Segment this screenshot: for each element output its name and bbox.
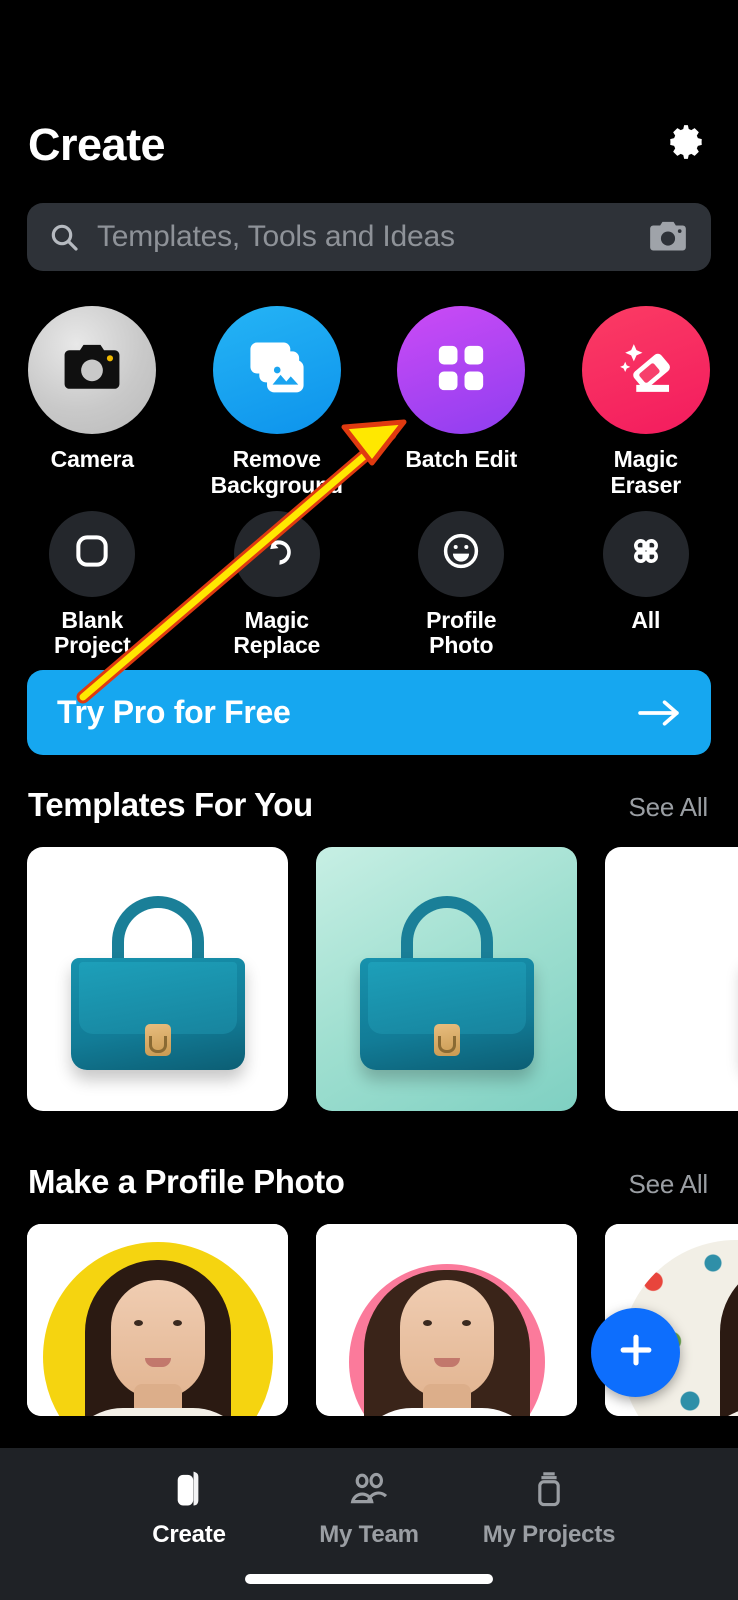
tool-all[interactable]: All — [554, 510, 738, 660]
section-header-templates: Templates For You See All — [0, 786, 738, 824]
tool-label: Batch Edit — [405, 446, 518, 472]
tool-label: Blank Project — [53, 606, 131, 659]
nav-item-my-team[interactable]: My Team — [279, 1468, 459, 1549]
header: Create — [0, 104, 738, 184]
camera-icon[interactable] — [647, 219, 689, 255]
photos-stack-icon — [246, 339, 308, 402]
nav-item-create[interactable]: Create — [99, 1468, 279, 1549]
tool-magic-eraser[interactable]: Magic Eraser — [554, 306, 738, 499]
tool-profile-photo[interactable]: Profile Photo — [369, 510, 554, 660]
cards-stack-icon — [169, 1468, 209, 1512]
nav-item-my-projects[interactable]: My Projects — [459, 1468, 639, 1549]
template-card[interactable] — [27, 847, 288, 1111]
home-indicator — [245, 1574, 493, 1584]
tool-blank-project[interactable]: Blank Project — [0, 510, 185, 660]
tool-camera[interactable]: Camera — [0, 306, 185, 499]
magic-eraser-tool-circle[interactable] — [581, 306, 710, 434]
section-header-profile-photo: Make a Profile Photo See All — [0, 1163, 738, 1201]
box-icon — [530, 1468, 568, 1512]
tool-label: Magic Eraser — [610, 446, 682, 498]
handbag-illustration — [65, 896, 251, 1072]
app-screen: Create Templates, Tools and Ideas Camera… — [0, 0, 738, 1600]
all-tool-circle[interactable] — [602, 510, 689, 597]
try-pro-banner[interactable]: Try Pro for Free — [27, 670, 711, 755]
template-card[interactable] — [316, 847, 577, 1111]
search-input[interactable]: Templates, Tools and Ideas — [97, 220, 631, 254]
handbag-illustration — [354, 896, 540, 1072]
tools-row-secondary: Blank Project Magic Replace Profile Phot… — [0, 510, 738, 660]
tool-magic-replace[interactable]: Magic Replace — [185, 510, 370, 660]
settings-button[interactable] — [662, 120, 710, 168]
smiley-face-icon — [439, 529, 483, 578]
tool-label: All — [631, 606, 661, 633]
profile-photo-card[interactable] — [27, 1224, 288, 1416]
tool-label: Magic Replace — [233, 606, 321, 659]
camera-tool-circle[interactable] — [28, 306, 157, 434]
magic-replace-sparkle-icon — [255, 529, 299, 578]
camera-icon — [61, 342, 123, 399]
arrow-right-icon — [637, 696, 683, 730]
search-icon — [47, 220, 81, 254]
blank-project-tool-circle[interactable] — [49, 510, 136, 597]
tools-grid: Camera Remove Background Batch Edit Magi… — [0, 306, 738, 659]
see-all-link[interactable]: See All — [628, 1169, 708, 1200]
search-bar[interactable]: Templates, Tools and Ideas — [27, 203, 711, 271]
portrait-illustration — [316, 1224, 577, 1416]
section-title: Templates For You — [28, 786, 313, 823]
batch-edit-tool-circle[interactable] — [397, 306, 526, 434]
people-icon — [347, 1468, 391, 1512]
see-all-link[interactable]: See All — [628, 792, 708, 823]
add-button[interactable] — [591, 1308, 680, 1397]
grid-four-squares-icon — [433, 340, 489, 401]
nav-label: Create — [152, 1521, 226, 1548]
bottom-navigation: Create My Team My Projects — [0, 1448, 738, 1600]
tool-batch-edit[interactable]: Batch Edit — [369, 306, 554, 499]
tool-remove-background[interactable]: Remove Background — [185, 306, 370, 499]
plus-icon — [614, 1328, 658, 1377]
gear-icon — [664, 120, 708, 169]
tools-row-primary: Camera Remove Background Batch Edit Magi… — [0, 306, 738, 499]
templates-card-row[interactable] — [0, 847, 738, 1111]
tool-label: Remove Background — [210, 446, 343, 498]
profile-photo-card[interactable] — [316, 1224, 577, 1416]
tool-label: Camera — [50, 446, 134, 472]
remove-background-tool-circle[interactable] — [212, 306, 341, 434]
profile-photo-tool-circle[interactable] — [418, 510, 505, 597]
nav-label: My Projects — [482, 1521, 616, 1548]
portrait-illustration — [27, 1224, 288, 1416]
try-pro-label: Try Pro for Free — [57, 694, 291, 730]
page-title: Create — [28, 118, 166, 170]
four-petal-grid-icon — [625, 530, 667, 577]
tool-label: Profile Photo — [426, 606, 497, 659]
rounded-square-outline-icon — [71, 530, 113, 577]
section-title: Make a Profile Photo — [28, 1163, 345, 1200]
template-card[interactable] — [605, 847, 738, 1111]
eraser-sparkle-icon — [615, 339, 677, 402]
magic-replace-tool-circle[interactable] — [233, 510, 320, 597]
nav-label: My Team — [319, 1521, 419, 1548]
